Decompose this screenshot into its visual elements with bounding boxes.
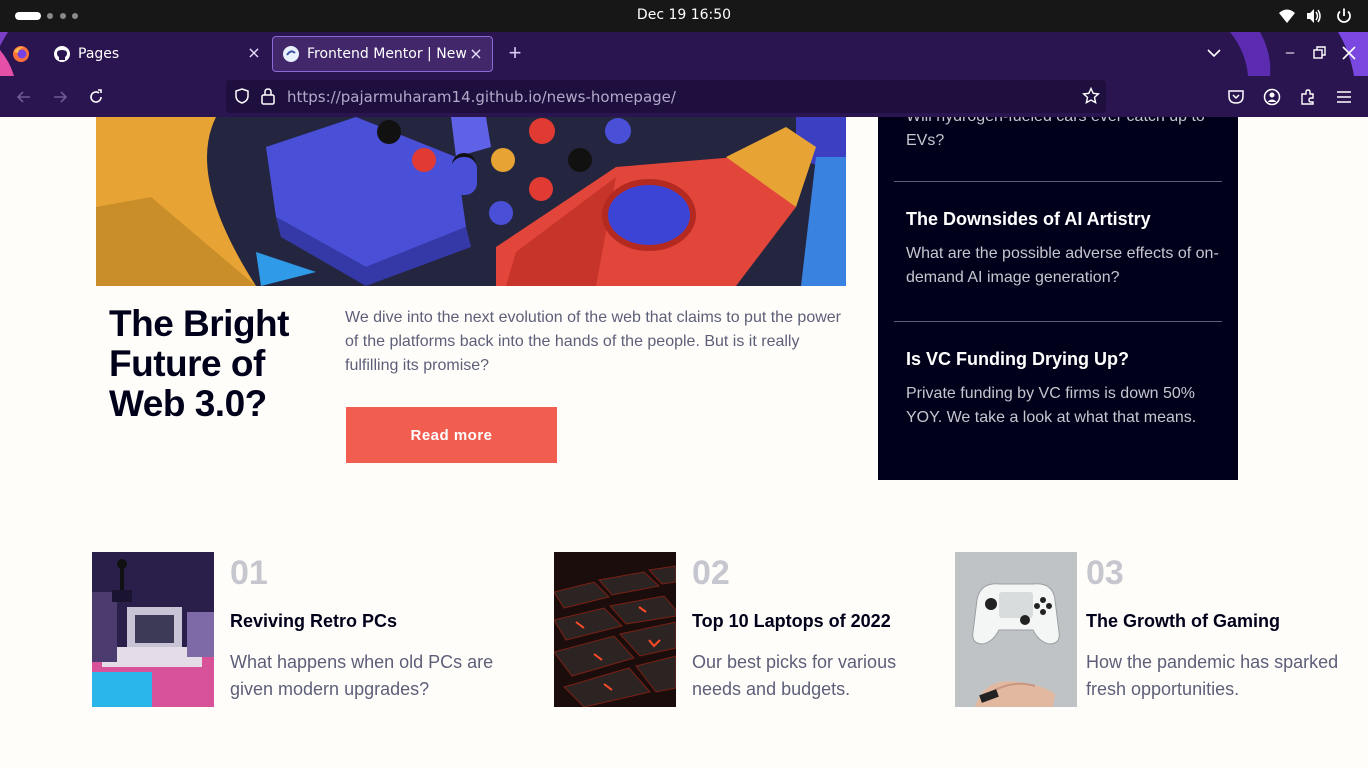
card-number: 03	[1086, 554, 1124, 592]
article-title[interactable]: Is VC Funding Drying Up?	[906, 349, 1234, 370]
hero-description: We dive into the next evolution of the w…	[345, 309, 841, 374]
account-icon[interactable]	[1262, 87, 1282, 107]
hero-headline: The Bright Future of Web 3.0?	[109, 303, 289, 424]
article-card: 01 Reviving Retro PCs What happens when …	[92, 552, 532, 707]
back-icon[interactable]	[14, 87, 34, 107]
hero-image	[96, 117, 846, 286]
article-title[interactable]: The Downsides of AI Artistry	[906, 209, 1234, 230]
divider	[894, 321, 1222, 322]
close-tab-icon[interactable]: ×	[246, 45, 262, 61]
article-card: 02 Top 10 Laptops of 2022 Our best picks…	[554, 552, 934, 707]
new-tab-button[interactable]: +	[505, 42, 525, 64]
extensions-icon[interactable]	[1298, 87, 1318, 107]
navigation-toolbar: https://pajarmuharam14.github.io/news-ho…	[0, 76, 1368, 117]
divider	[894, 181, 1222, 182]
tab-frontend-mentor[interactable]: Frontend Mentor | News homepage ×	[272, 36, 493, 72]
firefox-view-button[interactable]	[0, 32, 42, 76]
card-description: Our best picks for various needs and bud…	[692, 652, 897, 699]
tab-pages[interactable]: Pages ×	[44, 36, 270, 72]
gaming-controller-thumbnail	[955, 552, 1077, 707]
web-page: The Bright Future of Web 3.0? We dive in…	[0, 117, 1368, 768]
forward-icon[interactable]	[50, 87, 70, 107]
reload-icon[interactable]	[86, 87, 106, 107]
card-title[interactable]: Reviving Retro PCs	[230, 611, 397, 632]
card-number: 02	[692, 554, 730, 592]
url-host: https://pajarmuharam14.github.io	[287, 88, 542, 106]
card-title[interactable]: Top 10 Laptops of 2022	[692, 611, 891, 632]
github-icon	[54, 46, 70, 62]
minimize-button[interactable]: –	[1281, 44, 1299, 62]
tab-bar: Pages × Frontend Mentor | News homepage …	[0, 32, 1368, 76]
list-all-tabs-icon[interactable]	[1205, 44, 1223, 62]
tab-label: Pages	[78, 46, 120, 62]
article-card: 03 The Growth of Gaming How the pandemic…	[955, 552, 1365, 707]
firefox-icon	[13, 46, 29, 62]
close-window-button[interactable]	[1340, 44, 1358, 62]
card-description: How the pandemic has sparked fresh oppor…	[1086, 652, 1339, 699]
system-clock[interactable]: Dec 19 16:50	[0, 7, 1368, 23]
card-title[interactable]: The Growth of Gaming	[1086, 611, 1280, 632]
retro-pcs-thumbnail	[92, 552, 214, 707]
restore-button[interactable]	[1310, 44, 1328, 62]
article-description: Private funding by VC firms is down 50% …	[906, 385, 1197, 426]
card-number: 01	[230, 554, 268, 592]
tab-label: Frontend Mentor | News homepage	[307, 46, 467, 62]
new-articles-panel: Will hydrogen-fueled cars ever catch up …	[878, 117, 1238, 480]
pocket-icon[interactable]	[1226, 87, 1246, 107]
web3-blocks-illustration	[96, 117, 846, 286]
wifi-icon[interactable]	[1278, 7, 1296, 25]
volume-icon[interactable]	[1305, 7, 1323, 25]
new-article-item[interactable]: The Downsides of AI Artistry What are th…	[906, 209, 1234, 290]
bookmark-star-icon[interactable]	[1082, 87, 1100, 105]
url-path: /news-homepage/	[541, 88, 676, 106]
system-top-bar: Dec 19 16:50	[0, 0, 1368, 32]
url-text[interactable]: https://pajarmuharam14.github.io/news-ho…	[287, 88, 676, 106]
menu-icon[interactable]	[1334, 87, 1354, 107]
laptop-keyboard-thumbnail	[554, 552, 676, 707]
tracking-protection-shield-icon[interactable]	[233, 87, 251, 105]
power-icon[interactable]	[1335, 7, 1353, 25]
read-more-button[interactable]: Read more	[346, 407, 557, 463]
lock-icon[interactable]	[260, 87, 276, 105]
address-bar[interactable]: https://pajarmuharam14.github.io/news-ho…	[226, 80, 1106, 113]
article-description: What are the possible adverse effects of…	[906, 245, 1219, 286]
card-description: What happens when old PCs are given mode…	[230, 652, 494, 699]
close-tab-icon[interactable]: ×	[468, 46, 484, 62]
frontend-mentor-icon	[283, 46, 299, 62]
new-article-item[interactable]: Is VC Funding Drying Up? Private funding…	[906, 349, 1234, 430]
article-description-partial: Will hydrogen-fueled cars ever catch up …	[906, 117, 1205, 149]
